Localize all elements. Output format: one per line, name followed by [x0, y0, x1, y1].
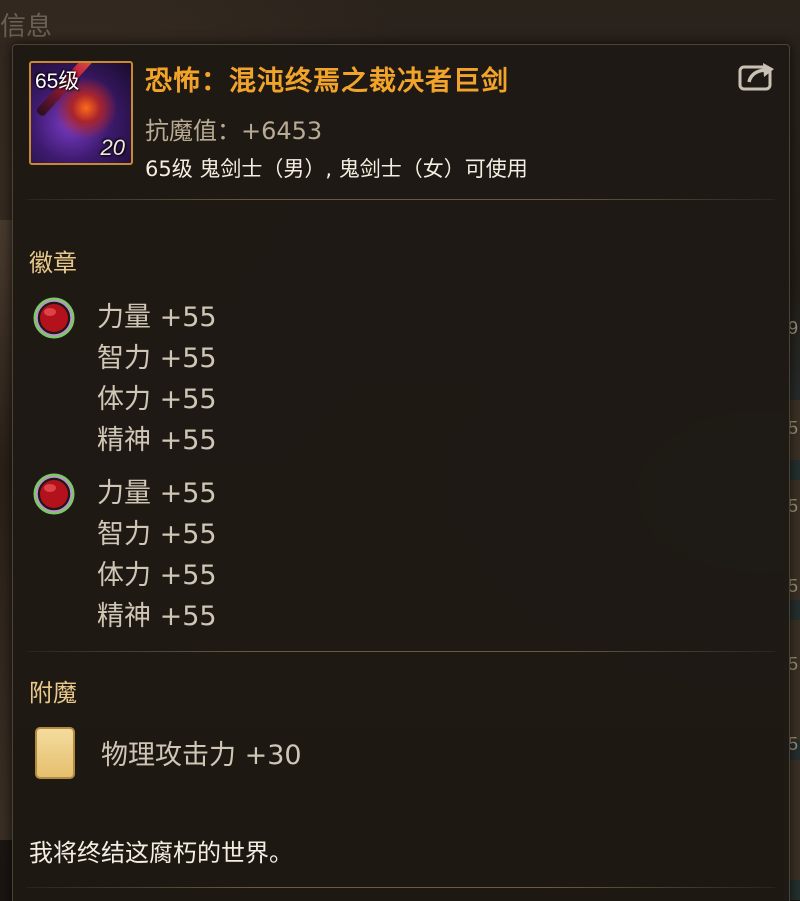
section-divider [27, 887, 775, 888]
enchant-section-title: 附魔 [29, 679, 77, 707]
emblem-stat-list: 力量 +55 智力 +55 体力 +55 精神 +55 [97, 473, 217, 637]
background-window-title: 信息 [0, 12, 53, 42]
item-stack-count: 20 [100, 135, 125, 160]
background-left-panel [0, 220, 12, 840]
item-tooltip-panel: 65级 20 恐怖：混沌终焉之裁决者巨剑 抗魔值：+6453 65级 鬼剑士（男… [12, 44, 790, 901]
emblem-stat: 体力 +55 [97, 384, 217, 415]
emblem-stat: 精神 +55 [97, 601, 217, 632]
item-name: 恐怖：混沌终焉之裁决者巨剑 [145, 66, 509, 97]
section-divider [27, 651, 775, 652]
emblem-stat: 力量 +55 [97, 478, 217, 509]
emblem-stat-list: 力量 +55 智力 +55 体力 +55 精神 +55 [97, 297, 217, 461]
dark-greatsword-icon[interactable]: 65级 20 [29, 61, 133, 165]
magic-resistance-stat: 抗魔值：+6453 [145, 117, 323, 145]
emblem-section-title: 徽章 [29, 249, 77, 277]
enchant-card-icon[interactable] [35, 727, 75, 779]
emblem-stat: 智力 +55 [97, 343, 217, 374]
share-button[interactable] [737, 59, 777, 93]
item-level-badge: 65级 [35, 70, 80, 93]
item-flavor-text: 我将终结这腐朽的世界。 [29, 839, 293, 867]
emblem-stat: 体力 +55 [97, 560, 217, 591]
share-external-icon [738, 63, 774, 91]
red-emblem-icon[interactable] [33, 473, 75, 515]
enchant-stat: 物理攻击力 +30 [101, 740, 302, 771]
red-emblem-icon[interactable] [33, 297, 75, 339]
game-screen: 信息 9 5 5 5 5 5 65级 20 恐怖：混沌终焉之裁决者巨剑 抗魔值：… [0, 0, 800, 901]
usable-by-text: 65级 鬼剑士（男）, 鬼剑士（女）可使用 [145, 157, 528, 181]
emblem-stat: 精神 +55 [97, 425, 217, 456]
emblem-stat: 力量 +55 [97, 302, 217, 333]
section-divider [27, 199, 775, 200]
emblem-stat: 智力 +55 [97, 519, 217, 550]
